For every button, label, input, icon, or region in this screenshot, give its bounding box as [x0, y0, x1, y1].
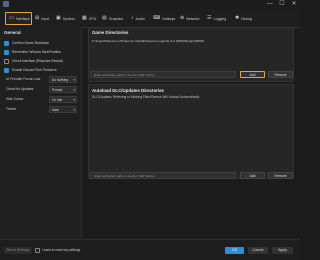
- focus-loss-option: UI Provider Focus Loss Do Nothing ▾: [6, 76, 78, 83]
- dlc-directories-subtitle: DLC/Updates Referring to Missing Files/G…: [92, 95, 200, 99]
- general-title: General: [4, 30, 21, 35]
- general-panel: General Confirm Game Shutdown Remember W…: [0, 27, 82, 239]
- checkbox-checked[interactable]: [4, 67, 9, 73]
- checkbox-checked[interactable]: [4, 40, 9, 46]
- checkbox-checked[interactable]: [4, 49, 9, 55]
- close-button[interactable]: ✕: [289, 0, 299, 9]
- tab-label: Graphics: [108, 16, 124, 21]
- tab-cpu[interactable]: ▦ CPU: [82, 12, 96, 25]
- tab-label: Audio: [135, 16, 145, 21]
- tab-input[interactable]: ⊞ Input: [35, 12, 49, 25]
- game-directory-input[interactable]: Enter a directory path or use the "Add" …: [90, 71, 236, 78]
- reset-settings-button[interactable]: Reset Settings: [4, 247, 32, 254]
- tab-audio[interactable]: ♪ Audio: [131, 12, 145, 25]
- option-label: Check for Updates: [6, 87, 34, 91]
- debug-icon: ✱: [235, 15, 240, 21]
- cpu-icon: ▦: [82, 15, 87, 21]
- system-icon: ▣: [56, 15, 61, 21]
- tab-debug[interactable]: ✱ Debug: [235, 12, 252, 25]
- focus-loss-select[interactable]: Do Nothing ▾: [49, 76, 77, 83]
- main-content: Game Directories F:\Jogos\Pokemon x\Poke…: [88, 27, 296, 239]
- apply-button[interactable]: Apply: [272, 247, 293, 254]
- confirm-shutdown-checkbox[interactable]: Confirm Game Shutdown: [4, 40, 49, 46]
- ok-button[interactable]: OK: [225, 247, 244, 254]
- game-directories-title: Game Directories: [92, 30, 129, 35]
- check-interface-checkbox[interactable]: Check Interface (Requires Restart): [4, 58, 63, 64]
- remove-dlc-directory-button[interactable]: Remove: [268, 172, 293, 179]
- dlc-directories-title: Autoload DLC/Updates Directories: [92, 88, 164, 93]
- tab-label: Network: [186, 16, 200, 21]
- tab-interface[interactable]: ▭ Interface: [5, 12, 32, 25]
- tab-graphics[interactable]: ▤ Graphics: [102, 12, 123, 25]
- chevron-down-icon: ▾: [73, 78, 75, 82]
- maximize-button[interactable]: ☐: [277, 0, 287, 9]
- checkbox-label: Confirm Game Shutdown: [12, 41, 50, 45]
- hide-cursor-option: Hide Cursor On Idle ▾: [6, 96, 78, 103]
- speaker-icon: ♪: [131, 15, 134, 21]
- tab-label: Logging: [213, 16, 227, 21]
- minimize-button[interactable]: —: [265, 0, 275, 9]
- tab-label: Interface: [15, 16, 30, 21]
- tab-label: System: [62, 16, 75, 21]
- discord-presence-checkbox[interactable]: Enable Discord Rich Presence: [4, 67, 57, 73]
- footer-bar: Reset Settings I want to reset my settin…: [0, 239, 300, 260]
- check-updates-select[interactable]: Prompt ▾: [49, 86, 77, 93]
- monitor-icon: ▭: [9, 15, 14, 21]
- theme-option: Theme Dark ▾: [6, 106, 78, 113]
- checkbox-label: Check Interface (Requires Restart): [12, 59, 63, 63]
- hide-cursor-select[interactable]: On Idle ▾: [49, 96, 77, 103]
- tab-label: Input: [41, 16, 50, 21]
- tab-label: Debug: [241, 16, 252, 21]
- keyboard-icon: ⌨: [153, 15, 161, 21]
- cancel-button[interactable]: Cancel: [248, 247, 268, 254]
- reset-confirm-checkbox[interactable]: [35, 248, 40, 253]
- game-directory-item[interactable]: F:\Jogos\Pokemon x\Pokemon Violet\Pokemo…: [92, 39, 204, 43]
- select-value: On Idle: [52, 98, 63, 102]
- checkbox-label: Remember Window Size/Position: [12, 50, 61, 54]
- reset-confirm-label: I want to reset my settings: [42, 248, 81, 252]
- tab-label: Hotkeys: [162, 16, 176, 21]
- check-updates-option: Check for Updates Prompt ▾: [6, 86, 78, 93]
- chevron-down-icon: ▾: [73, 108, 75, 112]
- option-label: Hide Cursor: [6, 97, 24, 101]
- option-label: Theme: [6, 107, 17, 111]
- add-dlc-directory-button[interactable]: Add: [240, 172, 265, 179]
- settings-tab-bar: ▭ Interface ⊞ Input ▣ System ▦ CPU ▤ Gra…: [0, 9, 300, 28]
- logging-icon: ☰: [207, 15, 212, 21]
- tab-logging[interactable]: ☰ Logging: [207, 12, 226, 25]
- checkbox-unchecked[interactable]: [4, 58, 9, 64]
- theme-select[interactable]: Dark ▾: [49, 106, 77, 113]
- network-icon: ⊕: [180, 15, 185, 21]
- tab-hotkeys[interactable]: ⌨ Hotkeys: [153, 12, 175, 25]
- option-label: UI Provider Focus Loss: [6, 77, 41, 81]
- select-value: Prompt: [52, 88, 63, 92]
- remember-window-checkbox[interactable]: Remember Window Size/Position: [4, 49, 61, 55]
- tab-system[interactable]: ▣ System: [56, 12, 75, 25]
- select-value: Do Nothing: [52, 78, 68, 82]
- select-value: Dark: [52, 108, 59, 112]
- gamepad-icon: ⊞: [35, 15, 40, 21]
- app-icon: [3, 1, 9, 7]
- chevron-down-icon: ▾: [73, 88, 75, 92]
- chevron-down-icon: ▾: [73, 98, 75, 102]
- title-bar: — ☐ ✕: [0, 0, 300, 9]
- tab-network[interactable]: ⊕ Network: [180, 12, 199, 25]
- checkbox-label: Enable Discord Rich Presence: [12, 68, 57, 72]
- dlc-directory-input[interactable]: Enter a directory path or use the "Add" …: [90, 172, 236, 179]
- tab-label: CPU: [88, 16, 97, 21]
- remove-game-directory-button[interactable]: Remove: [268, 71, 293, 78]
- graphics-icon: ▤: [102, 15, 107, 21]
- add-game-directory-button[interactable]: Add: [240, 71, 265, 78]
- dlc-directories-card: Autoload DLC/Updates Directories DLC/Upd…: [88, 84, 294, 179]
